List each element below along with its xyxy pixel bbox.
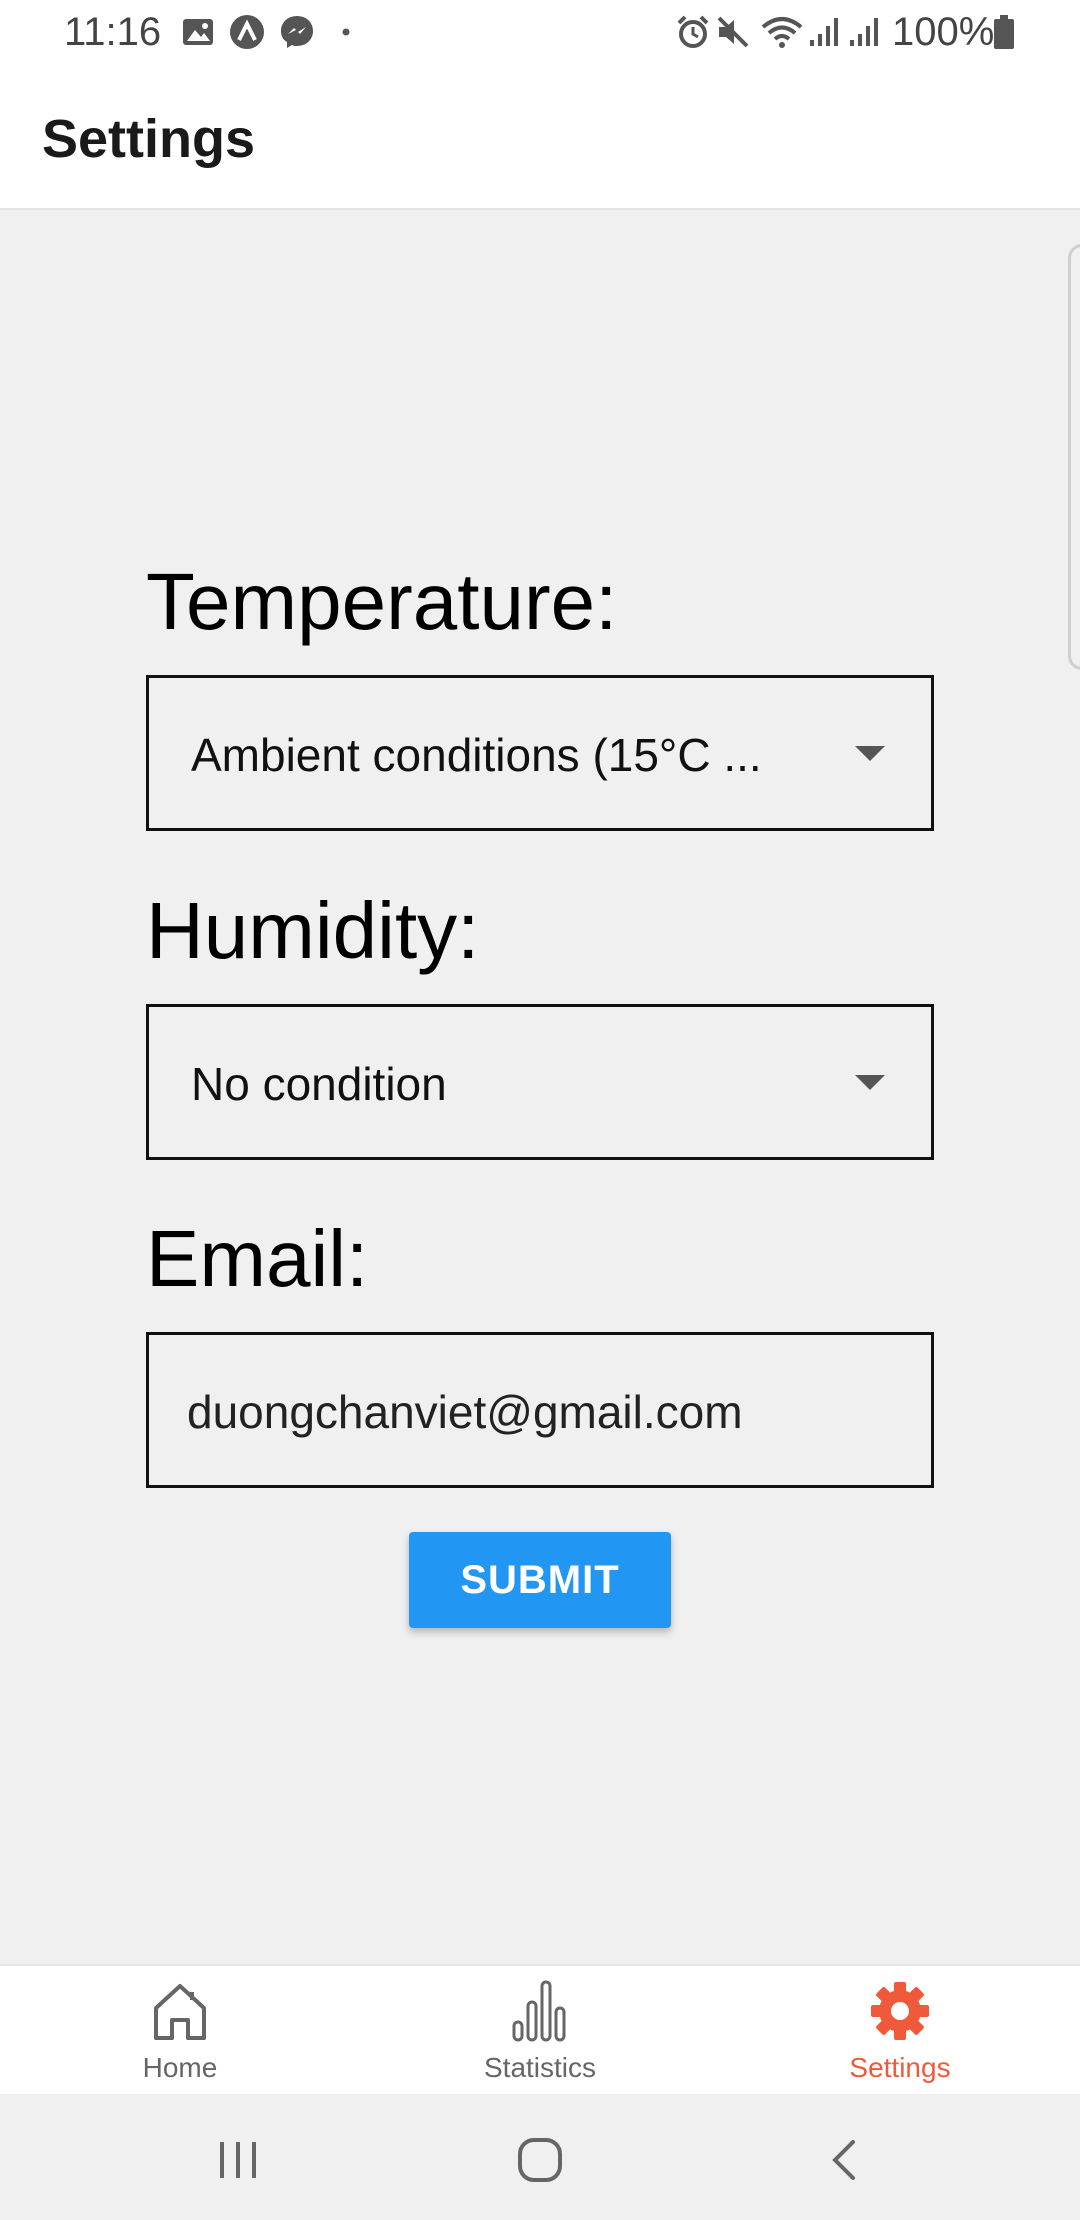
edge-panel-handle[interactable] — [1068, 244, 1080, 670]
app-bar: Settings — [0, 64, 1080, 210]
gear-icon — [870, 1978, 930, 2044]
temperature-label: Temperature: — [146, 557, 618, 646]
chevron-down-icon — [855, 1075, 885, 1090]
system-navigation-bar — [0, 2094, 1080, 2220]
tab-statistics-label: Statistics — [483, 2052, 597, 2083]
battery-percent: 100% — [892, 10, 995, 54]
humidity-select[interactable]: No condition — [146, 1004, 934, 1160]
app-arc-icon — [228, 14, 266, 50]
page-title: Settings — [42, 109, 256, 169]
status-bar: 11:16 100% — [0, 0, 1080, 64]
gallery-icon — [180, 14, 216, 50]
tab-home-label: Home — [142, 2052, 218, 2083]
home-circle-icon[interactable] — [510, 2130, 570, 2190]
alarm-icon — [674, 14, 712, 50]
tab-settings[interactable]: Settings — [750, 1966, 1050, 2096]
tab-statistics[interactable]: Statistics — [390, 1966, 690, 2096]
bottom-navigation: Home Statistics Settings — [0, 1964, 1080, 2094]
status-time: 11:16 — [64, 10, 162, 54]
email-field[interactable] — [187, 1377, 887, 1447]
mute-icon — [714, 14, 752, 50]
battery-icon — [992, 14, 1016, 50]
humidity-label: Humidity: — [146, 886, 480, 975]
home-icon — [150, 1978, 210, 2044]
bar-chart-icon — [510, 1978, 570, 2044]
email-field-container — [146, 1332, 934, 1488]
dot-icon — [336, 14, 356, 50]
chevron-down-icon — [855, 746, 885, 761]
recent-apps-icon[interactable] — [208, 2130, 268, 2190]
temperature-selected-value: Ambient conditions (15°C ... — [191, 729, 762, 781]
email-label: Email: — [146, 1214, 369, 1303]
temperature-select[interactable]: Ambient conditions (15°C ... — [146, 675, 934, 831]
signal-icon — [846, 14, 882, 50]
back-icon[interactable] — [814, 2130, 874, 2190]
humidity-selected-value: No condition — [191, 1058, 447, 1110]
tab-home[interactable]: Home — [30, 1966, 330, 2096]
signal-icon — [806, 14, 842, 50]
submit-button[interactable]: SUBMIT — [409, 1532, 671, 1628]
wifi-icon — [760, 14, 804, 50]
tab-settings-label: Settings — [849, 2052, 951, 2083]
messenger-icon — [278, 14, 316, 50]
